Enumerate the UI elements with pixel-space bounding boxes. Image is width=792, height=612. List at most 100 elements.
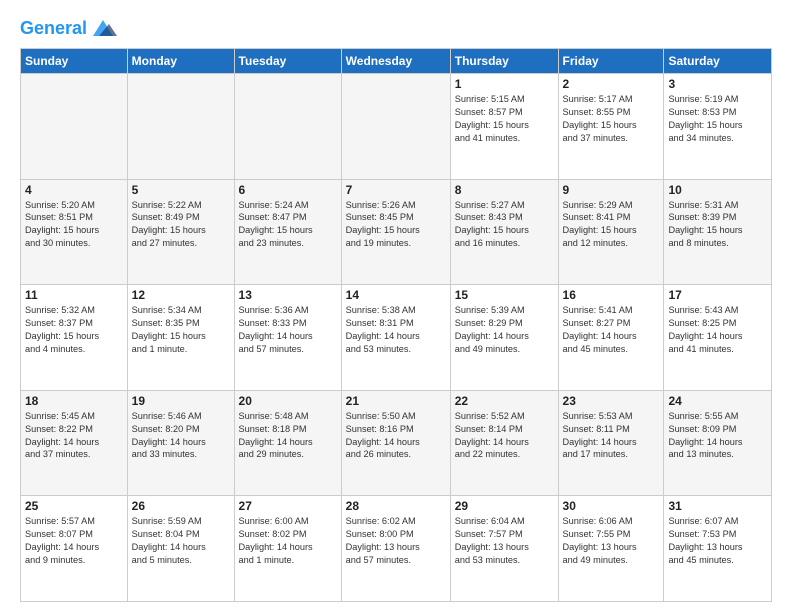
day-number: 29 [455,499,554,513]
day-number: 13 [239,288,337,302]
day-number: 20 [239,394,337,408]
calendar-cell: 20Sunrise: 5:48 AM Sunset: 8:18 PM Dayli… [234,390,341,496]
week-row-1: 1 Sunrise: 5:15 AM Sunset: 8:57 PM Daylig… [21,74,772,180]
day-number: 15 [455,288,554,302]
day-info: Sunrise: 5:46 AM Sunset: 8:20 PM Dayligh… [132,410,230,462]
calendar-cell: 11 Sunrise: 5:32 AM Sunset: 8:37 PM Dayli… [21,285,128,391]
logo-icon [89,18,117,40]
day-info: Sunrise: 5:55 AM Sunset: 8:09 PM Dayligh… [668,410,767,462]
calendar-cell: 5 Sunrise: 5:22 AM Sunset: 8:49 PM Daylig… [127,179,234,285]
day-number: 17 [668,288,767,302]
day-number: 12 [132,288,230,302]
calendar-cell: 22Sunrise: 5:52 AM Sunset: 8:14 PM Dayli… [450,390,558,496]
day-number: 18 [25,394,123,408]
day-info: Sunrise: 5:45 AM Sunset: 8:22 PM Dayligh… [25,410,123,462]
day-number: 31 [668,499,767,513]
day-number: 27 [239,499,337,513]
day-number: 9 [563,183,660,197]
calendar-cell: 16Sunrise: 5:41 AM Sunset: 8:27 PM Dayli… [558,285,664,391]
day-number: 30 [563,499,660,513]
weekday-header-saturday: Saturday [664,49,772,74]
calendar-cell: 8 Sunrise: 5:27 AM Sunset: 8:43 PM Daylig… [450,179,558,285]
calendar-cell: 10Sunrise: 5:31 AM Sunset: 8:39 PM Dayli… [664,179,772,285]
day-number: 7 [346,183,446,197]
calendar-cell: 4Sunrise: 5:20 AM Sunset: 8:51 PM Daylig… [21,179,128,285]
day-info: Sunrise: 5:36 AM Sunset: 8:33 PM Dayligh… [239,304,337,356]
calendar-cell: 3 Sunrise: 5:19 AM Sunset: 8:53 PM Daylig… [664,74,772,180]
calendar-cell [21,74,128,180]
day-info: Sunrise: 5:59 AM Sunset: 8:04 PM Dayligh… [132,515,230,567]
day-info: Sunrise: 5:26 AM Sunset: 8:45 PM Dayligh… [346,199,446,251]
day-number: 1 [455,77,554,91]
day-info: Sunrise: 5:43 AM Sunset: 8:25 PM Dayligh… [668,304,767,356]
calendar-cell: 25 Sunrise: 5:57 AM Sunset: 8:07 PM Dayli… [21,496,128,602]
day-info: Sunrise: 5:24 AM Sunset: 8:47 PM Dayligh… [239,199,337,251]
day-number: 8 [455,183,554,197]
weekday-header-tuesday: Tuesday [234,49,341,74]
day-info: Sunrise: 6:07 AM Sunset: 7:53 PM Dayligh… [668,515,767,567]
day-number: 11 [25,288,123,302]
day-number: 25 [25,499,123,513]
day-number: 19 [132,394,230,408]
weekday-header-row: SundayMondayTuesdayWednesdayThursdayFrid… [21,49,772,74]
day-number: 2 [563,77,660,91]
weekday-header-thursday: Thursday [450,49,558,74]
calendar-cell: 14 Sunrise: 5:38 AM Sunset: 8:31 PM Dayli… [341,285,450,391]
calendar-cell: 13 Sunrise: 5:36 AM Sunset: 8:33 PM Dayli… [234,285,341,391]
day-info: Sunrise: 5:38 AM Sunset: 8:31 PM Dayligh… [346,304,446,356]
calendar-cell: 24 Sunrise: 5:55 AM Sunset: 8:09 PM Dayli… [664,390,772,496]
day-number: 14 [346,288,446,302]
weekday-header-monday: Monday [127,49,234,74]
day-info: Sunrise: 5:39 AM Sunset: 8:29 PM Dayligh… [455,304,554,356]
day-info: Sunrise: 5:22 AM Sunset: 8:49 PM Dayligh… [132,199,230,251]
day-info: Sunrise: 5:15 AM Sunset: 8:57 PM Dayligh… [455,93,554,145]
calendar-cell: 15 Sunrise: 5:39 AM Sunset: 8:29 PM Dayli… [450,285,558,391]
day-number: 28 [346,499,446,513]
logo: General [20,18,117,40]
day-number: 24 [668,394,767,408]
day-number: 16 [563,288,660,302]
day-info: Sunrise: 5:32 AM Sunset: 8:37 PM Dayligh… [25,304,123,356]
calendar-cell: 19 Sunrise: 5:46 AM Sunset: 8:20 PM Dayli… [127,390,234,496]
day-number: 3 [668,77,767,91]
calendar-table: SundayMondayTuesdayWednesdayThursdayFrid… [20,48,772,602]
week-row-5: 25 Sunrise: 5:57 AM Sunset: 8:07 PM Dayli… [21,496,772,602]
day-number: 6 [239,183,337,197]
weekday-header-sunday: Sunday [21,49,128,74]
week-row-4: 18 Sunrise: 5:45 AM Sunset: 8:22 PM Dayli… [21,390,772,496]
calendar-cell: 23 Sunrise: 5:53 AM Sunset: 8:11 PM Dayli… [558,390,664,496]
day-number: 5 [132,183,230,197]
header: General [20,18,772,40]
calendar-cell: 30 Sunrise: 6:06 AM Sunset: 7:55 PM Dayli… [558,496,664,602]
calendar-cell: 29 Sunrise: 6:04 AM Sunset: 7:57 PM Dayli… [450,496,558,602]
day-info: Sunrise: 6:04 AM Sunset: 7:57 PM Dayligh… [455,515,554,567]
calendar-cell: 2 Sunrise: 5:17 AM Sunset: 8:55 PM Daylig… [558,74,664,180]
day-number: 23 [563,394,660,408]
day-info: Sunrise: 5:53 AM Sunset: 8:11 PM Dayligh… [563,410,660,462]
day-info: Sunrise: 5:52 AM Sunset: 8:14 PM Dayligh… [455,410,554,462]
calendar-cell: 26 Sunrise: 5:59 AM Sunset: 8:04 PM Dayli… [127,496,234,602]
weekday-header-friday: Friday [558,49,664,74]
day-number: 21 [346,394,446,408]
day-info: Sunrise: 5:50 AM Sunset: 8:16 PM Dayligh… [346,410,446,462]
day-info: Sunrise: 6:06 AM Sunset: 7:55 PM Dayligh… [563,515,660,567]
day-info: Sunrise: 5:31 AM Sunset: 8:39 PM Dayligh… [668,199,767,251]
calendar-cell: 1 Sunrise: 5:15 AM Sunset: 8:57 PM Daylig… [450,74,558,180]
day-info: Sunrise: 6:02 AM Sunset: 8:00 PM Dayligh… [346,515,446,567]
calendar-cell: 27Sunrise: 6:00 AM Sunset: 8:02 PM Dayli… [234,496,341,602]
day-info: Sunrise: 5:29 AM Sunset: 8:41 PM Dayligh… [563,199,660,251]
day-info: Sunrise: 5:27 AM Sunset: 8:43 PM Dayligh… [455,199,554,251]
logo-text: General [20,19,87,39]
day-number: 26 [132,499,230,513]
calendar-cell: 9 Sunrise: 5:29 AM Sunset: 8:41 PM Daylig… [558,179,664,285]
week-row-3: 11 Sunrise: 5:32 AM Sunset: 8:37 PM Dayli… [21,285,772,391]
day-info: Sunrise: 5:19 AM Sunset: 8:53 PM Dayligh… [668,93,767,145]
day-info: Sunrise: 5:17 AM Sunset: 8:55 PM Dayligh… [563,93,660,145]
day-info: Sunrise: 5:34 AM Sunset: 8:35 PM Dayligh… [132,304,230,356]
day-info: Sunrise: 5:57 AM Sunset: 8:07 PM Dayligh… [25,515,123,567]
calendar-cell [341,74,450,180]
calendar-cell: 21 Sunrise: 5:50 AM Sunset: 8:16 PM Dayli… [341,390,450,496]
calendar-cell: 18 Sunrise: 5:45 AM Sunset: 8:22 PM Dayli… [21,390,128,496]
calendar-cell: 31 Sunrise: 6:07 AM Sunset: 7:53 PM Dayli… [664,496,772,602]
week-row-2: 4Sunrise: 5:20 AM Sunset: 8:51 PM Daylig… [21,179,772,285]
